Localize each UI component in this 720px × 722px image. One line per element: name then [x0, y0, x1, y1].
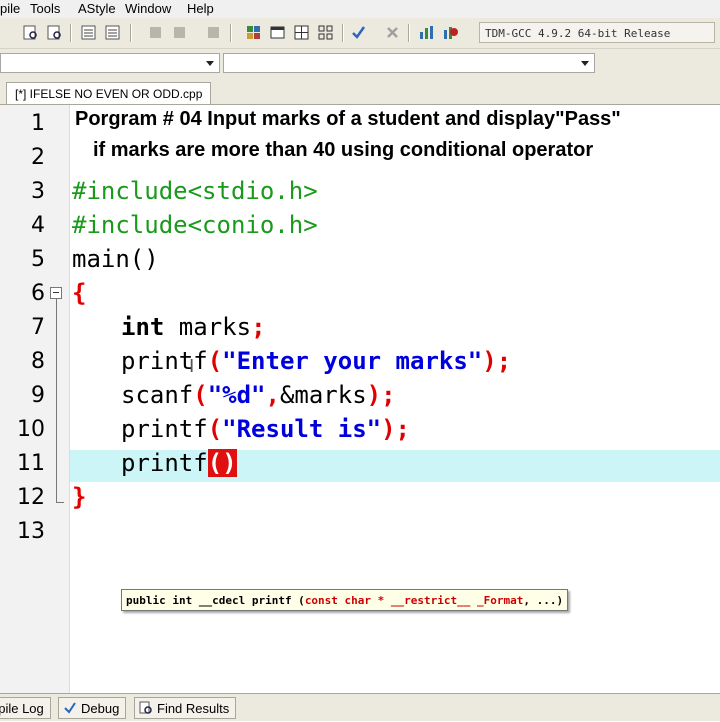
code-include-stdio: #include<stdio.h> [72, 177, 318, 205]
matched-parens: () [207, 449, 237, 477]
line-number: 3 [31, 179, 45, 204]
window-icon[interactable] [269, 24, 286, 41]
code-main: main() [72, 245, 159, 273]
profile-icon[interactable] [442, 24, 459, 41]
code-string: "Result is" [222, 415, 382, 443]
tab-file[interactable]: [*] IFELSE NO EVEN OR ODD.cpp [6, 82, 212, 104]
code-function: scanf [121, 381, 194, 409]
keyword-int: int [121, 313, 165, 341]
line-number: 11 [17, 451, 45, 476]
menu-help[interactable]: Help [187, 1, 214, 16]
goto-line-icon[interactable] [205, 24, 222, 41]
code-line-printf1: printf("Enter your marks"); [121, 347, 512, 375]
member-combo[interactable] [223, 53, 595, 73]
editor-tabs: [*] IFELSE NO EVEN OR ODD.cpp [0, 78, 720, 105]
code-line-printf2: printf("Result is"); [121, 415, 411, 443]
fold-toggle-icon[interactable] [50, 287, 62, 299]
code-string: "%d" [207, 381, 266, 409]
find-icon [139, 700, 153, 714]
code-open-brace: { [72, 279, 87, 307]
bookmark-forward-icon[interactable] [171, 24, 188, 41]
tab-debug[interactable]: Debug [58, 697, 127, 719]
code-line-scanf: scanf("%d",&marks); [121, 381, 396, 409]
indent-icon[interactable] [80, 24, 97, 41]
code-function: printf [121, 415, 208, 443]
tooltip-rest: , ...) [523, 594, 564, 607]
replace-icon[interactable] [46, 24, 63, 41]
bookmark-back-icon[interactable] [147, 24, 164, 41]
code-identifier: &marks [279, 381, 367, 409]
code-symbol: ; [251, 313, 266, 341]
program-heading-line2: if marks are more than 40 using conditio… [93, 139, 594, 161]
class-browser-bar [0, 49, 720, 78]
menu-tools[interactable]: Tools [30, 1, 60, 16]
unindent-icon[interactable] [104, 24, 121, 41]
menu-bar: pile Tools AStyle Window Help [0, 0, 720, 18]
line-number: 9 [31, 383, 45, 408]
class-combo[interactable] [0, 53, 220, 73]
tab-find-results[interactable]: Find Results [134, 697, 237, 719]
debug-label: Debug [81, 701, 120, 716]
line-number: 12 [17, 485, 45, 510]
find-icon[interactable] [22, 24, 39, 41]
new-project-icon[interactable] [245, 24, 262, 41]
program-heading-line1: Porgram # 04 Input marks of a student an… [75, 108, 621, 130]
chevron-down-icon [581, 61, 589, 66]
line-number: 10 [17, 417, 45, 442]
chevron-down-icon [206, 61, 214, 66]
code-line-printf3: printf() [121, 449, 237, 477]
line-number: 2 [31, 145, 45, 170]
line-number: 1 [31, 111, 45, 136]
chart-icon[interactable] [418, 24, 435, 41]
tab-compile-log[interactable]: npile Log [0, 697, 51, 719]
close-x-icon[interactable] [384, 24, 401, 41]
code-editor[interactable]: 1 2 3 4 5 6 7 8 9 10 11 12 13 Porgram # … [0, 105, 720, 693]
check-syntax-icon[interactable] [350, 24, 367, 41]
tooltip-param: const char * __restrict__ _Format [304, 594, 524, 607]
menu-compile[interactable]: pile [0, 1, 20, 16]
code-identifier: marks [164, 313, 252, 341]
code-include-conio: #include<conio.h> [72, 211, 318, 239]
find-results-label: Find Results [157, 701, 230, 716]
fold-line [56, 299, 57, 503]
line-number: 8 [31, 349, 45, 374]
menu-window[interactable]: Window [125, 1, 171, 16]
line-number: 4 [31, 213, 45, 238]
code-string: "Enter your marks" [222, 347, 483, 375]
tooltip-prefix: public int __cdecl printf ( [126, 594, 305, 607]
line-number: 5 [31, 247, 45, 272]
line-number: 6 [31, 281, 45, 306]
check-icon [63, 700, 77, 714]
fold-end [56, 502, 64, 503]
menu-astyle[interactable]: AStyle [78, 1, 116, 16]
grid-icon[interactable] [317, 24, 334, 41]
layout-icon[interactable] [293, 24, 310, 41]
code-function: printf [121, 347, 208, 375]
code-function: printf [121, 449, 208, 477]
compile-log-label: npile Log [0, 701, 44, 716]
line-number: 7 [31, 315, 45, 340]
compiler-select[interactable]: TDM-GCC 4.9.2 64-bit Release [479, 22, 715, 43]
code-close-brace: } [72, 483, 87, 511]
function-signature-tooltip: public int __cdecl printf (const char * … [121, 589, 569, 611]
code-line-int: int marks; [121, 313, 266, 341]
line-number: 13 [17, 519, 45, 544]
bottom-panel-tabs: npile Log Debug Find Results [0, 693, 720, 721]
